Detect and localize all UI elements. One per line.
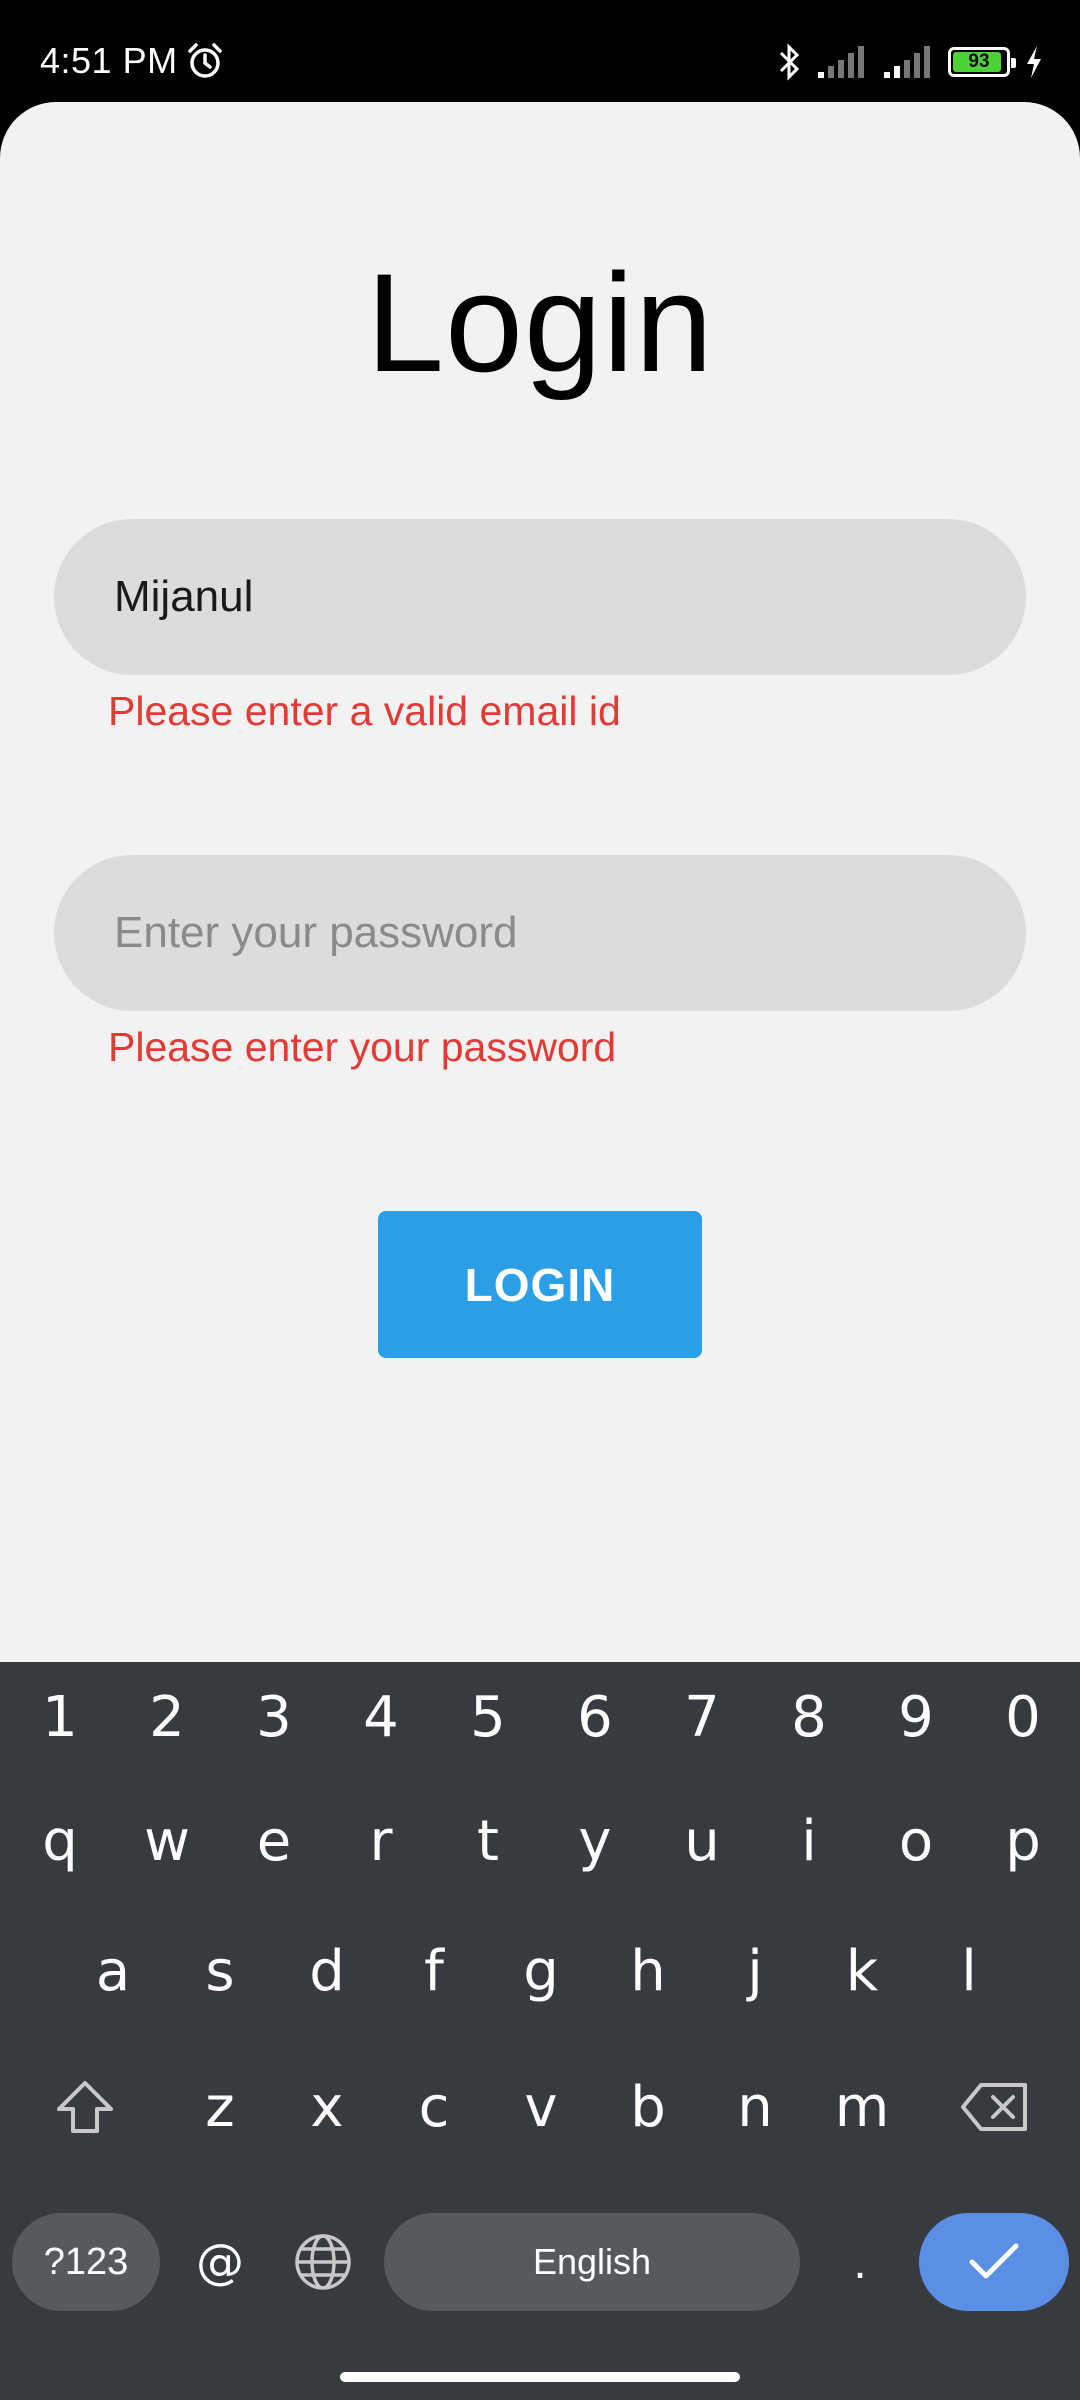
key-8[interactable]: 8 bbox=[769, 1662, 849, 1772]
key-r[interactable]: r bbox=[341, 1786, 421, 1896]
key-5[interactable]: 5 bbox=[448, 1662, 528, 1772]
battery-icon: 93 bbox=[948, 47, 1016, 77]
key-e[interactable]: e bbox=[234, 1786, 314, 1896]
shift-key[interactable] bbox=[40, 2052, 130, 2162]
email-error-text: Please enter a valid email id bbox=[108, 688, 621, 734]
key-y[interactable]: y bbox=[555, 1786, 635, 1896]
number-row: 1234567890 bbox=[0, 1662, 1080, 1772]
login-button[interactable]: LOGIN bbox=[378, 1211, 702, 1358]
key-q[interactable]: q bbox=[20, 1786, 100, 1896]
key-n[interactable]: n bbox=[715, 2052, 795, 2162]
key-2[interactable]: 2 bbox=[127, 1662, 207, 1772]
page-title: Login bbox=[366, 244, 714, 401]
key-b[interactable]: b bbox=[608, 2052, 688, 2162]
password-placeholder: Enter your password bbox=[114, 908, 518, 957]
key-p[interactable]: p bbox=[983, 1786, 1063, 1896]
key-7[interactable]: 7 bbox=[662, 1662, 742, 1772]
key-a[interactable]: a bbox=[73, 1916, 153, 2026]
signal-icon bbox=[884, 46, 930, 78]
key-k[interactable]: k bbox=[822, 1916, 902, 2026]
status-bar: 4:51 PM 93 bbox=[0, 0, 1080, 100]
password-error-text: Please enter your password bbox=[108, 1024, 617, 1070]
key-s[interactable]: s bbox=[180, 1916, 260, 2026]
bluetooth-icon bbox=[779, 43, 800, 81]
letter-row-3: zxcvbnm bbox=[0, 2052, 1080, 2162]
key-0[interactable]: 0 bbox=[983, 1662, 1063, 1772]
alarm-icon bbox=[188, 43, 222, 78]
globe-icon bbox=[295, 2234, 351, 2290]
enter-key[interactable] bbox=[919, 2213, 1069, 2311]
at-key[interactable]: @ bbox=[180, 2213, 260, 2311]
charging-icon bbox=[1027, 46, 1041, 78]
check-icon bbox=[969, 2243, 1019, 2279]
signal-icon bbox=[818, 46, 864, 78]
keyboard: 1234567890 qwertyuiop asdfghjkl zxcvbnm … bbox=[0, 1662, 1080, 2400]
key-u[interactable]: u bbox=[662, 1786, 742, 1896]
battery-level: 93 bbox=[968, 51, 990, 72]
key-4[interactable]: 4 bbox=[341, 1662, 421, 1772]
shift-icon bbox=[57, 2081, 113, 2133]
letter-row-1: qwertyuiop bbox=[0, 1786, 1080, 1896]
key-o[interactable]: o bbox=[876, 1786, 956, 1896]
period-key[interactable]: . bbox=[820, 2213, 900, 2311]
backspace-icon bbox=[961, 2083, 1027, 2131]
key-g[interactable]: g bbox=[501, 1916, 581, 2026]
key-t[interactable]: t bbox=[448, 1786, 528, 1896]
key-h[interactable]: h bbox=[608, 1916, 688, 2026]
key-9[interactable]: 9 bbox=[876, 1662, 956, 1772]
key-3[interactable]: 3 bbox=[234, 1662, 314, 1772]
space-key[interactable]: English bbox=[384, 2213, 800, 2311]
key-d[interactable]: d bbox=[287, 1916, 367, 2026]
status-icons: 93 bbox=[776, 42, 1044, 82]
key-z[interactable]: z bbox=[180, 2052, 260, 2162]
key-x[interactable]: x bbox=[287, 2052, 367, 2162]
globe-key[interactable] bbox=[283, 2213, 363, 2311]
status-time: 4:51 PM bbox=[40, 40, 178, 81]
key-6[interactable]: 6 bbox=[555, 1662, 635, 1772]
letter-row-2: asdfghjkl bbox=[0, 1916, 1080, 2026]
backspace-key[interactable] bbox=[950, 2052, 1040, 2162]
symbols-key[interactable]: ?123 bbox=[12, 2213, 160, 2311]
key-l[interactable]: l bbox=[929, 1916, 1009, 2026]
key-v[interactable]: v bbox=[501, 2052, 581, 2162]
key-f[interactable]: f bbox=[394, 1916, 474, 2026]
key-1[interactable]: 1 bbox=[20, 1662, 100, 1772]
home-indicator[interactable] bbox=[340, 2372, 740, 2382]
key-m[interactable]: m bbox=[822, 2052, 902, 2162]
password-field[interactable]: Enter your password bbox=[54, 855, 1026, 1011]
key-w[interactable]: w bbox=[127, 1786, 207, 1896]
key-c[interactable]: c bbox=[394, 2052, 474, 2162]
email-value: Mijanul bbox=[114, 572, 254, 621]
key-i[interactable]: i bbox=[769, 1786, 849, 1896]
key-j[interactable]: j bbox=[715, 1916, 795, 2026]
email-field[interactable]: Mijanul bbox=[54, 519, 1026, 675]
